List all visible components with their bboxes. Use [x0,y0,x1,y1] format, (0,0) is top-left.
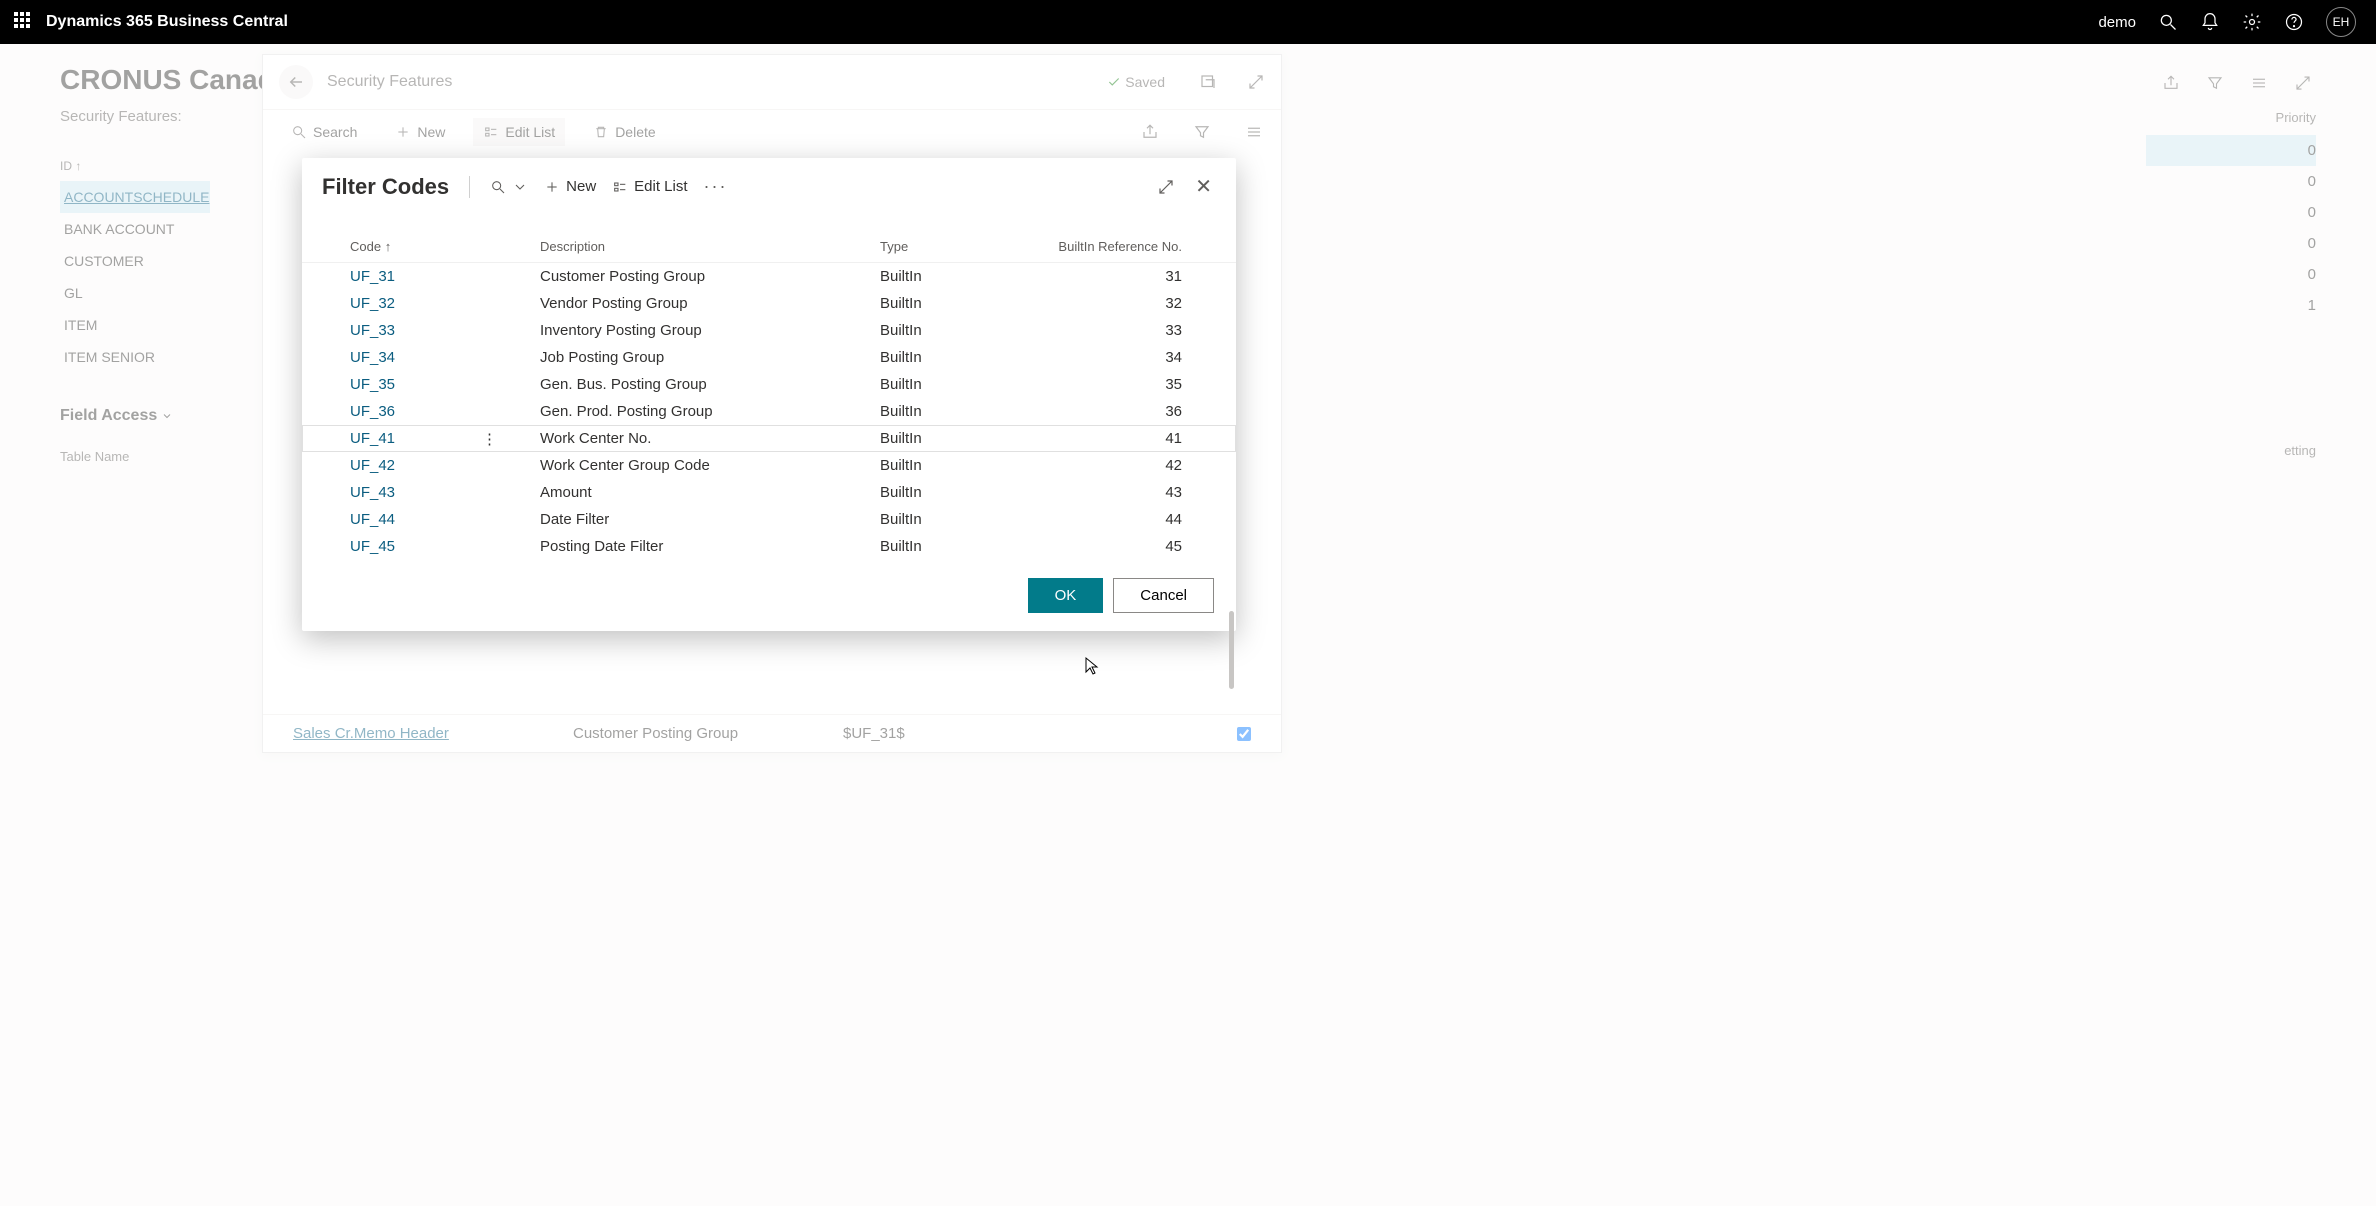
table-row[interactable]: UF_44Date FilterBuiltIn44 [302,506,1236,533]
cell-desc: Date Filter [540,511,880,528]
table-row[interactable]: UF_35Gen. Bus. Posting GroupBuiltIn35 [302,371,1236,398]
cell-type: BuiltIn [880,430,1030,447]
cell-type: BuiltIn [880,268,1030,285]
row-menu-button[interactable]: ⋮ [482,430,497,448]
dialog-title: Filter Codes [322,174,449,200]
cell-ref: 36 [1030,403,1212,420]
cell-code[interactable]: UF_45 [350,538,540,555]
col-type-header[interactable]: Type [880,239,1030,254]
expand-icon[interactable] [1157,178,1175,196]
cell-type: BuiltIn [880,376,1030,393]
cell-desc: Inventory Posting Group [540,322,880,339]
cell-type: BuiltIn [880,295,1030,312]
tenant-label[interactable]: demo [2098,14,2136,31]
cell-code[interactable]: UF_44 [350,511,540,528]
cell-ref: 32 [1030,295,1212,312]
cell-ref: 31 [1030,268,1212,285]
cell-desc: Amount [540,484,880,501]
plus-icon [544,179,560,195]
bell-icon[interactable] [2200,12,2220,32]
edit-list-icon [612,179,628,195]
gear-icon[interactable] [2242,12,2262,32]
cell-desc: Customer Posting Group [540,268,880,285]
help-icon[interactable] [2284,12,2304,32]
dialog-new-button[interactable]: New [544,178,596,195]
cell-code[interactable]: UF_36 [350,403,540,420]
dialog-edit-list-button[interactable]: Edit List [612,178,687,195]
col-code-header[interactable]: Code ↑ [350,239,540,254]
table-row[interactable]: UF_34Job Posting GroupBuiltIn34 [302,344,1236,371]
filter-codes-dialog: Filter Codes New Edit List ··· ✕ Code ↑ [302,158,1236,631]
cell-desc: Gen. Prod. Posting Group [540,403,880,420]
cell-ref: 35 [1030,376,1212,393]
cell-ref: 41 [1030,430,1212,447]
ok-button[interactable]: OK [1028,578,1104,613]
table-row[interactable]: UF_33Inventory Posting GroupBuiltIn33 [302,317,1236,344]
col-ref-header[interactable]: BuiltIn Reference No. [1030,239,1212,254]
cell-desc: Vendor Posting Group [540,295,880,312]
cancel-button[interactable]: Cancel [1113,578,1214,613]
topbar: Dynamics 365 Business Central demo EH [0,0,2376,44]
cell-desc: Gen. Bus. Posting Group [540,376,880,393]
chevron-down-icon [512,179,528,195]
cell-ref: 44 [1030,511,1212,528]
dialog-search-button[interactable] [490,179,528,195]
cell-ref: 45 [1030,538,1212,555]
app-launcher-icon[interactable] [14,12,34,32]
cell-type: BuiltIn [880,349,1030,366]
cell-type: BuiltIn [880,538,1030,555]
cell-type: BuiltIn [880,511,1030,528]
cell-code[interactable]: UF_32 [350,295,540,312]
close-button[interactable]: ✕ [1191,172,1216,201]
grid-header: Code ↑ Description Type BuiltIn Referenc… [302,211,1236,263]
cell-desc: Posting Date Filter [540,538,880,555]
cell-code[interactable]: UF_31 [350,268,540,285]
table-row[interactable]: UF_45Posting Date FilterBuiltIn45 [302,533,1236,560]
table-row[interactable]: UF_41Work Center No.BuiltIn41 ⋮ [302,425,1236,452]
cell-code[interactable]: UF_33 [350,322,540,339]
avatar[interactable]: EH [2326,7,2356,37]
cell-code[interactable]: UF_35 [350,376,540,393]
cell-type: BuiltIn [880,457,1030,474]
more-actions-button[interactable]: ··· [704,176,728,197]
cell-type: BuiltIn [880,403,1030,420]
cell-code[interactable]: UF_43 [350,484,540,501]
table-row[interactable]: UF_36Gen. Prod. Posting GroupBuiltIn36 [302,398,1236,425]
table-row[interactable]: UF_42Work Center Group CodeBuiltIn42 [302,452,1236,479]
cell-desc: Work Center Group Code [540,457,880,474]
table-row[interactable]: UF_31Customer Posting GroupBuiltIn31 [302,263,1236,290]
cell-type: BuiltIn [880,484,1030,501]
col-desc-header[interactable]: Description [540,239,880,254]
scrollbar[interactable] [1228,461,1234,771]
table-row[interactable]: UF_43AmountBuiltIn43 [302,479,1236,506]
cell-ref: 43 [1030,484,1212,501]
cell-code[interactable]: UF_41 [350,430,540,447]
cell-code[interactable]: UF_34 [350,349,540,366]
search-icon [490,179,506,195]
cell-ref: 42 [1030,457,1212,474]
cell-ref: 34 [1030,349,1212,366]
app-title: Dynamics 365 Business Central [46,13,288,31]
cell-desc: Job Posting Group [540,349,880,366]
search-icon[interactable] [2158,12,2178,32]
cell-desc: Work Center No. [540,430,880,447]
table-row[interactable]: UF_32Vendor Posting GroupBuiltIn32 [302,290,1236,317]
cell-type: BuiltIn [880,322,1030,339]
cell-ref: 33 [1030,322,1212,339]
cell-code[interactable]: UF_42 [350,457,540,474]
